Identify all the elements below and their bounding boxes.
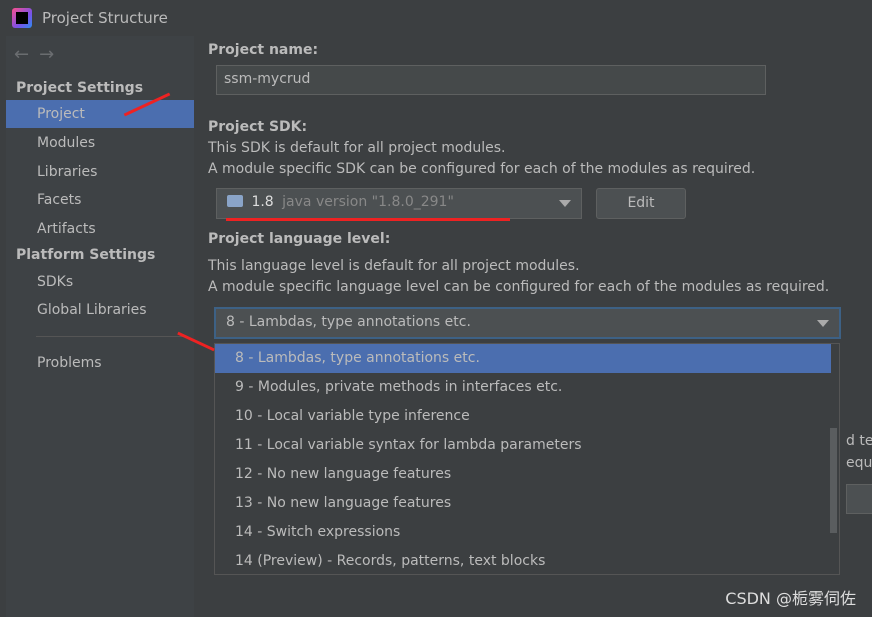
option-13[interactable]: 13 - No new language features bbox=[215, 489, 831, 518]
hidden-field bbox=[846, 484, 872, 514]
option-11[interactable]: 11 - Local variable syntax for lambda pa… bbox=[215, 431, 831, 460]
option-14[interactable]: 14 - Switch expressions bbox=[215, 518, 831, 547]
sidebar: ←→ Project Settings Project Modules Libr… bbox=[6, 36, 194, 617]
sidebar-item-global-libraries[interactable]: Global Libraries bbox=[6, 296, 194, 324]
sdk-label: Project SDK: bbox=[208, 119, 308, 135]
option-9[interactable]: 9 - Modules, private methods in interfac… bbox=[215, 373, 831, 402]
chevron-down-icon bbox=[559, 200, 571, 207]
hidden-text-fragment: d te bbox=[846, 433, 872, 449]
language-level-dropdown: 8 - Lambdas, type annotations etc. 9 - M… bbox=[214, 343, 840, 575]
sdk-detail: java version "1.8.0_291" bbox=[282, 194, 454, 210]
project-name-input[interactable]: ssm-mycrud bbox=[216, 65, 766, 95]
sidebar-item-libraries[interactable]: Libraries bbox=[6, 158, 194, 186]
sidebar-item-artifacts[interactable]: Artifacts bbox=[6, 215, 194, 243]
sdk-desc-2: A module specific SDK can be configured … bbox=[208, 161, 756, 177]
sidebar-item-modules[interactable]: Modules bbox=[6, 129, 194, 157]
language-level-label: Project language level: bbox=[208, 231, 391, 247]
sidebar-item-sdks[interactable]: SDKs bbox=[6, 268, 194, 296]
forward-arrow-icon[interactable]: → bbox=[39, 44, 64, 65]
language-level-combo[interactable]: 8 - Lambdas, type annotations etc. bbox=[214, 307, 841, 339]
main-panel: Project name: ssm-mycrud Project SDK: Th… bbox=[194, 36, 872, 617]
option-10[interactable]: 10 - Local variable type inference bbox=[215, 402, 831, 431]
folder-icon bbox=[227, 195, 243, 207]
sidebar-item-project[interactable]: Project bbox=[6, 100, 194, 128]
project-name-label: Project name: bbox=[208, 42, 319, 58]
title-bar: Project Structure bbox=[0, 0, 872, 36]
option-12[interactable]: 12 - No new language features bbox=[215, 460, 831, 489]
lang-desc-1: This language level is default for all p… bbox=[208, 258, 580, 274]
intellij-logo-icon bbox=[12, 8, 32, 28]
section-project-settings: Project Settings bbox=[16, 80, 144, 96]
option-8[interactable]: 8 - Lambdas, type annotations etc. bbox=[215, 344, 831, 373]
sdk-value: 1.8 bbox=[251, 194, 274, 210]
language-level-value: 8 - Lambdas, type annotations etc. bbox=[226, 314, 471, 330]
chevron-down-icon bbox=[817, 320, 829, 327]
edit-button[interactable]: Edit bbox=[596, 188, 686, 219]
window-title: Project Structure bbox=[42, 9, 168, 27]
hidden-text-fragment: equi bbox=[846, 455, 872, 471]
scrollbar[interactable] bbox=[830, 428, 837, 533]
sidebar-item-facets[interactable]: Facets bbox=[6, 186, 194, 214]
annotation-underline bbox=[226, 218, 510, 221]
section-platform-settings: Platform Settings bbox=[16, 247, 156, 263]
divider bbox=[36, 336, 186, 337]
back-arrow-icon[interactable]: ← bbox=[14, 44, 39, 65]
sdk-combo[interactable]: 1.8 java version "1.8.0_291" bbox=[216, 188, 582, 219]
watermark: CSDN @栀雾伺佐 bbox=[725, 589, 856, 608]
nav-arrows: ←→ bbox=[14, 44, 64, 65]
option-14-preview[interactable]: 14 (Preview) - Records, patterns, text b… bbox=[215, 547, 831, 576]
lang-desc-2: A module specific language level can be … bbox=[208, 279, 830, 295]
sdk-desc-1: This SDK is default for all project modu… bbox=[208, 140, 506, 156]
sidebar-item-problems[interactable]: Problems bbox=[6, 349, 194, 377]
